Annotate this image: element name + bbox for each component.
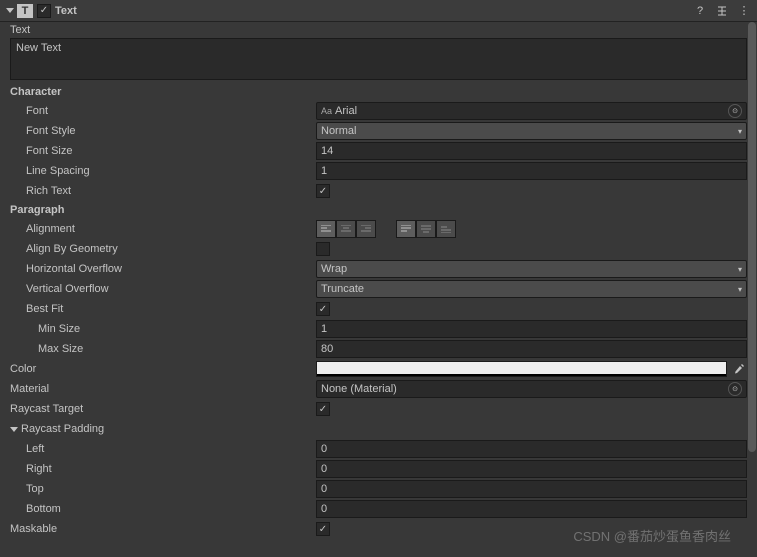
hoverflow-dropdown[interactable]: Wrap▾: [316, 260, 747, 278]
raycast-padding-label: Raycast Padding: [21, 423, 104, 435]
character-heading: Character: [10, 83, 747, 101]
linespacing-field[interactable]: [316, 162, 747, 180]
align-right-button[interactable]: [356, 220, 376, 238]
font-field[interactable]: AaArial⊙: [316, 102, 747, 120]
hoverflow-label: Horizontal Overflow: [10, 263, 316, 275]
dropdown-arrow-icon: ▾: [738, 265, 742, 274]
maskable-checkbox[interactable]: [316, 522, 330, 536]
richtext-checkbox[interactable]: [316, 184, 330, 198]
raycast-label: Raycast Target: [10, 403, 316, 415]
richtext-label: Rich Text: [10, 185, 316, 197]
padding-right-label: Right: [10, 463, 316, 475]
padding-bottom-label: Bottom: [10, 503, 316, 515]
help-icon[interactable]: ?: [693, 4, 707, 18]
watermark: CSDN @番茄炒蛋鱼香肉丝: [573, 526, 731, 545]
align-top-button[interactable]: [396, 220, 416, 238]
dropdown-arrow-icon: ▾: [738, 127, 742, 136]
preset-icon[interactable]: [715, 4, 729, 18]
eyedropper-icon[interactable]: [731, 361, 747, 377]
align-center-button[interactable]: [336, 220, 356, 238]
component-enabled-checkbox[interactable]: [37, 4, 51, 18]
dropdown-arrow-icon: ▾: [738, 285, 742, 294]
padding-left-label: Left: [10, 443, 316, 455]
object-picker-icon[interactable]: ⊙: [728, 382, 742, 396]
font-prefix-icon: Aa: [321, 106, 332, 116]
text-label: Text: [10, 22, 747, 38]
padding-right-field[interactable]: [316, 460, 747, 478]
alignment-label: Alignment: [10, 223, 316, 235]
component-title: Text: [55, 5, 693, 17]
bestfit-checkbox[interactable]: [316, 302, 330, 316]
color-field[interactable]: [316, 361, 727, 377]
foldout-icon: [10, 427, 18, 432]
horizontal-align-group: [316, 220, 376, 238]
maxsize-label: Max Size: [10, 343, 316, 355]
aligngeom-checkbox[interactable]: [316, 242, 330, 256]
voverflow-label: Vertical Overflow: [10, 283, 316, 295]
voverflow-dropdown[interactable]: Truncate▾: [316, 280, 747, 298]
minsize-label: Min Size: [10, 323, 316, 335]
font-label: Font: [10, 105, 316, 117]
component-header: T Text ? ⋮: [0, 0, 757, 22]
aligngeom-label: Align By Geometry: [10, 243, 316, 255]
minsize-field[interactable]: [316, 320, 747, 338]
raycast-padding-foldout[interactable]: Raycast Padding: [10, 419, 747, 439]
vertical-align-group: [396, 220, 456, 238]
menu-icon[interactable]: ⋮: [737, 4, 751, 18]
text-field[interactable]: New Text: [10, 38, 747, 80]
text-component-icon: T: [17, 4, 33, 18]
raycast-checkbox[interactable]: [316, 402, 330, 416]
object-picker-icon[interactable]: ⊙: [728, 104, 742, 118]
fontstyle-label: Font Style: [10, 125, 316, 137]
linespacing-label: Line Spacing: [10, 165, 316, 177]
material-field[interactable]: None (Material)⊙: [316, 380, 747, 398]
align-middle-button[interactable]: [416, 220, 436, 238]
padding-top-label: Top: [10, 483, 316, 495]
padding-bottom-field[interactable]: [316, 500, 747, 518]
bestfit-label: Best Fit: [10, 303, 316, 315]
fontstyle-dropdown[interactable]: Normal▾: [316, 122, 747, 140]
inspector-body: Text New Text Character Font AaArial⊙ Fo…: [0, 22, 757, 539]
color-label: Color: [10, 363, 316, 375]
maxsize-field[interactable]: [316, 340, 747, 358]
fontsize-field[interactable]: [316, 142, 747, 160]
align-left-button[interactable]: [316, 220, 336, 238]
scrollbar[interactable]: [747, 22, 757, 557]
fontsize-label: Font Size: [10, 145, 316, 157]
foldout-icon[interactable]: [6, 8, 14, 13]
material-label: Material: [10, 383, 316, 395]
maskable-label: Maskable: [10, 523, 316, 535]
paragraph-heading: Paragraph: [10, 201, 747, 219]
scrollbar-thumb[interactable]: [748, 22, 756, 452]
padding-top-field[interactable]: [316, 480, 747, 498]
padding-left-field[interactable]: [316, 440, 747, 458]
align-bottom-button[interactable]: [436, 220, 456, 238]
